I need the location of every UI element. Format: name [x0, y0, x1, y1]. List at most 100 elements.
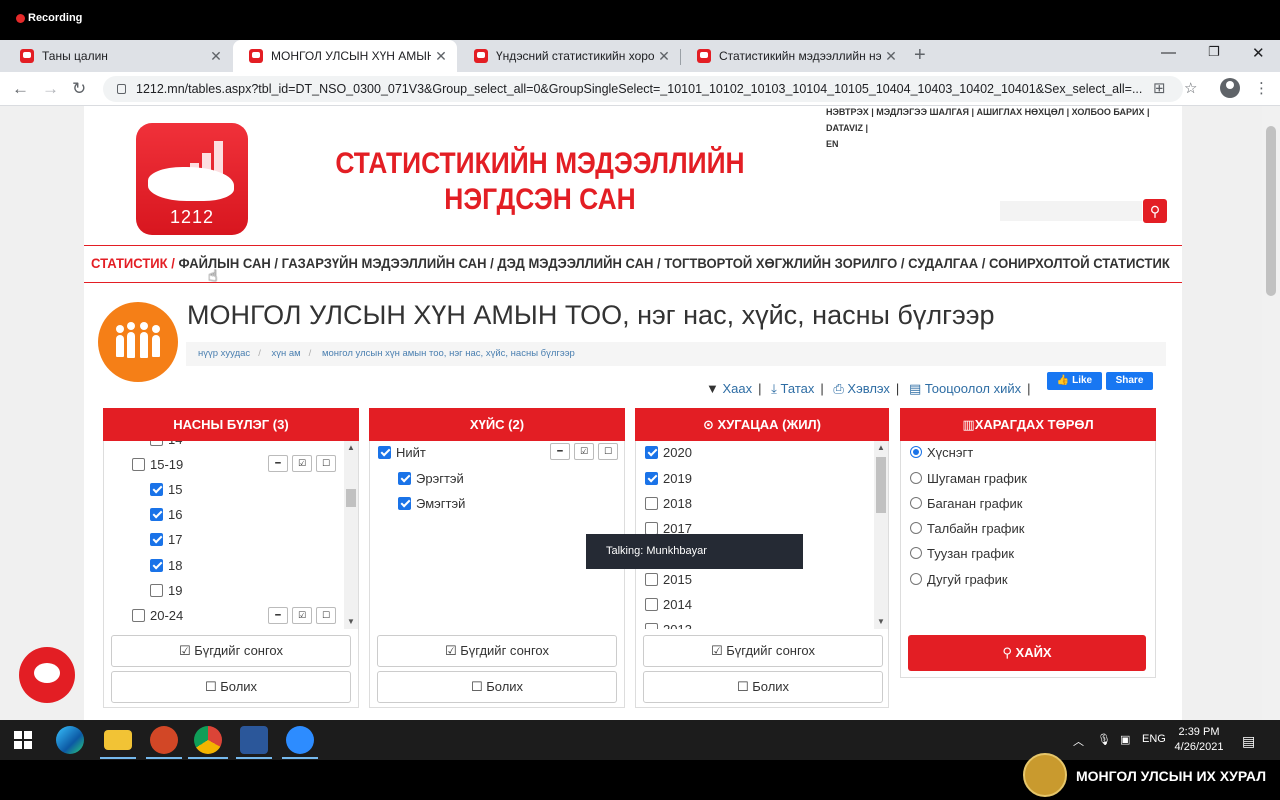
uncheck-all-icon[interactable]: ☐	[316, 607, 336, 624]
list-item[interactable]: Эрэгтэй	[398, 468, 464, 488]
powerpoint-icon[interactable]	[150, 726, 178, 754]
checkbox[interactable]	[645, 471, 658, 485]
year-list-scrollbar[interactable]: ▲ ▼	[874, 441, 888, 629]
profile-avatar-icon[interactable]	[1220, 78, 1240, 98]
checkbox[interactable]	[150, 558, 163, 572]
radio[interactable]	[910, 522, 922, 534]
close-tab-icon[interactable]: ✕	[206, 48, 226, 65]
nav-statistics[interactable]: СТАТИСТИК /	[91, 255, 175, 271]
list-item[interactable]: 18	[150, 555, 182, 575]
uncheck-all-icon[interactable]: ☐	[598, 443, 618, 460]
list-item[interactable]: 15	[150, 479, 182, 499]
nav-file-library[interactable]: ФАЙЛЫН САН /	[178, 255, 278, 271]
checkbox[interactable]	[645, 597, 658, 611]
radio[interactable]	[910, 573, 922, 585]
radio-option[interactable]: Дугуй график	[910, 569, 1008, 589]
nav-geographic-db[interactable]: ГАЗАРЗҮЙН МЭДЭЭЛЛИЙН САН /	[282, 255, 494, 271]
collapse-icon[interactable]: ━	[268, 455, 288, 472]
checkbox[interactable]	[150, 583, 163, 597]
site-search-input[interactable]	[1000, 201, 1142, 221]
collapse-icon[interactable]: ━	[550, 443, 570, 460]
checkbox[interactable]	[645, 572, 658, 586]
radio-option[interactable]: Талбайн график	[910, 518, 1024, 538]
check-all-icon[interactable]: ☑	[574, 443, 594, 460]
check-all-icon[interactable]: ☑	[292, 455, 312, 472]
nav-research[interactable]: СУДАЛГАА /	[908, 255, 985, 271]
language-link[interactable]: EN	[826, 136, 1166, 152]
time-cancel-button[interactable]: ☐ Болих	[643, 671, 883, 703]
checkbox[interactable]	[645, 445, 658, 459]
fb-share-button[interactable]: Share	[1106, 372, 1153, 390]
list-item[interactable]: 15-19	[132, 454, 183, 474]
site-logo[interactable]: 1212	[136, 123, 248, 235]
radio-option[interactable]: Хүснэгт	[910, 442, 973, 462]
age-cancel-button[interactable]: ☐ Болих	[111, 671, 351, 703]
search-button[interactable]: ⚲ ХАЙХ	[908, 635, 1146, 671]
checkbox[interactable]	[150, 507, 163, 521]
tray-chevron-icon[interactable]: ︿	[1073, 733, 1084, 749]
print-action[interactable]: Хэвлэх	[847, 381, 890, 396]
checkbox[interactable]	[645, 496, 658, 510]
list-item[interactable]: 20-24	[132, 605, 183, 625]
top-links[interactable]: НЭВТРЭХ | МЭДЛЭГЭЭ ШАЛГАЯ | АШИГЛАХ НӨХЦ…	[826, 104, 1166, 152]
word-icon[interactable]	[240, 726, 268, 754]
close-tab-icon[interactable]: ✕	[881, 48, 901, 65]
list-item[interactable]: Нийт	[378, 442, 426, 462]
menu-kebab-icon[interactable]: ⋮	[1254, 79, 1269, 97]
zoom-icon[interactable]	[286, 726, 314, 754]
back-icon[interactable]: ←	[12, 79, 29, 99]
age-list-scrollbar[interactable]: ▲ ▼	[344, 441, 358, 629]
checkbox[interactable]	[150, 532, 163, 546]
list-item[interactable]: 17	[150, 529, 182, 549]
calculate-action[interactable]: Тооцоолол хийх	[925, 381, 1021, 396]
reload-icon[interactable]: ↻	[72, 79, 86, 99]
checkbox[interactable]	[645, 622, 658, 629]
radio[interactable]	[910, 497, 922, 509]
list-item[interactable]: 2019	[645, 468, 692, 488]
address-bar[interactable]: 1212.mn/tables.aspx?tbl_id=DT_NSO_0300_0…	[103, 76, 1183, 102]
chat-bubble-icon[interactable]	[19, 647, 75, 703]
list-item[interactable]: 16	[150, 504, 182, 524]
list-item[interactable]: 14	[150, 441, 182, 449]
list-item[interactable]: 2015	[645, 569, 692, 589]
checkbox[interactable]	[132, 608, 145, 622]
search-icon[interactable]: ⚲	[1143, 199, 1167, 223]
breadcrumb-current[interactable]: монгол улсын хүн амын тоо, нэг нас, хүйс…	[322, 348, 575, 359]
list-item[interactable]: 19	[150, 580, 182, 600]
close-action[interactable]: Хаах	[723, 381, 753, 396]
sex-cancel-button[interactable]: ☐ Болих	[377, 671, 617, 703]
taskbar-clock[interactable]: 2:39 PM 4/26/2021	[1168, 725, 1230, 755]
list-item[interactable]: 2013	[645, 619, 692, 629]
tab-nso[interactable]: Үндэсний статистикийн хороо ✕	[458, 40, 680, 72]
checkbox[interactable]	[398, 471, 411, 485]
top-links-line1[interactable]: НЭВТРЭХ | МЭДЛЭГЭЭ ШАЛГАЯ | АШИГЛАХ НӨХЦ…	[826, 104, 1166, 136]
collapse-icon[interactable]: ━	[268, 607, 288, 624]
radio-option[interactable]: Туузан график	[910, 543, 1014, 563]
list-item[interactable]: 2020	[645, 442, 692, 462]
nav-sdg[interactable]: ТОГТВОРТОЙ ХӨГЖЛИЙН ЗОРИЛГО /	[664, 255, 904, 271]
breadcrumb-home[interactable]: нүүр хуудас	[198, 348, 250, 359]
notifications-icon[interactable]: ▤	[1242, 733, 1255, 750]
tab-salary[interactable]: Таны цалин ✕	[4, 40, 232, 72]
checkbox[interactable]	[378, 445, 391, 459]
tab-statistics-db[interactable]: Статистикийн мэдээллийн нэгдсэн сан ✕	[681, 40, 907, 72]
edge-icon[interactable]	[56, 726, 84, 754]
forward-icon[interactable]: →	[42, 79, 59, 99]
radio[interactable]	[910, 472, 922, 484]
close-tab-icon[interactable]: ✕	[654, 48, 674, 65]
radio-option[interactable]: Баганан график	[910, 493, 1023, 513]
file-explorer-icon[interactable]	[104, 730, 132, 750]
age-select-all-button[interactable]: ☑ Бүгдийг сонгох	[111, 635, 351, 667]
new-tab-icon[interactable]: +	[914, 44, 926, 67]
checkbox[interactable]	[150, 482, 163, 496]
time-select-all-button[interactable]: ☑ Бүгдийг сонгох	[643, 635, 883, 667]
radio-option[interactable]: Шугаман график	[910, 468, 1027, 488]
breadcrumb-population[interactable]: хүн ам	[271, 348, 300, 359]
windows-start-icon[interactable]	[14, 731, 32, 749]
input-language[interactable]: ENG	[1142, 733, 1166, 745]
network-icon[interactable]: ▣	[1120, 733, 1130, 746]
bookmark-star-icon[interactable]: ☆	[1184, 79, 1197, 97]
uncheck-all-icon[interactable]: ☐	[316, 455, 336, 472]
minimize-icon[interactable]: —	[1161, 44, 1176, 61]
chrome-icon[interactable]	[194, 726, 222, 754]
